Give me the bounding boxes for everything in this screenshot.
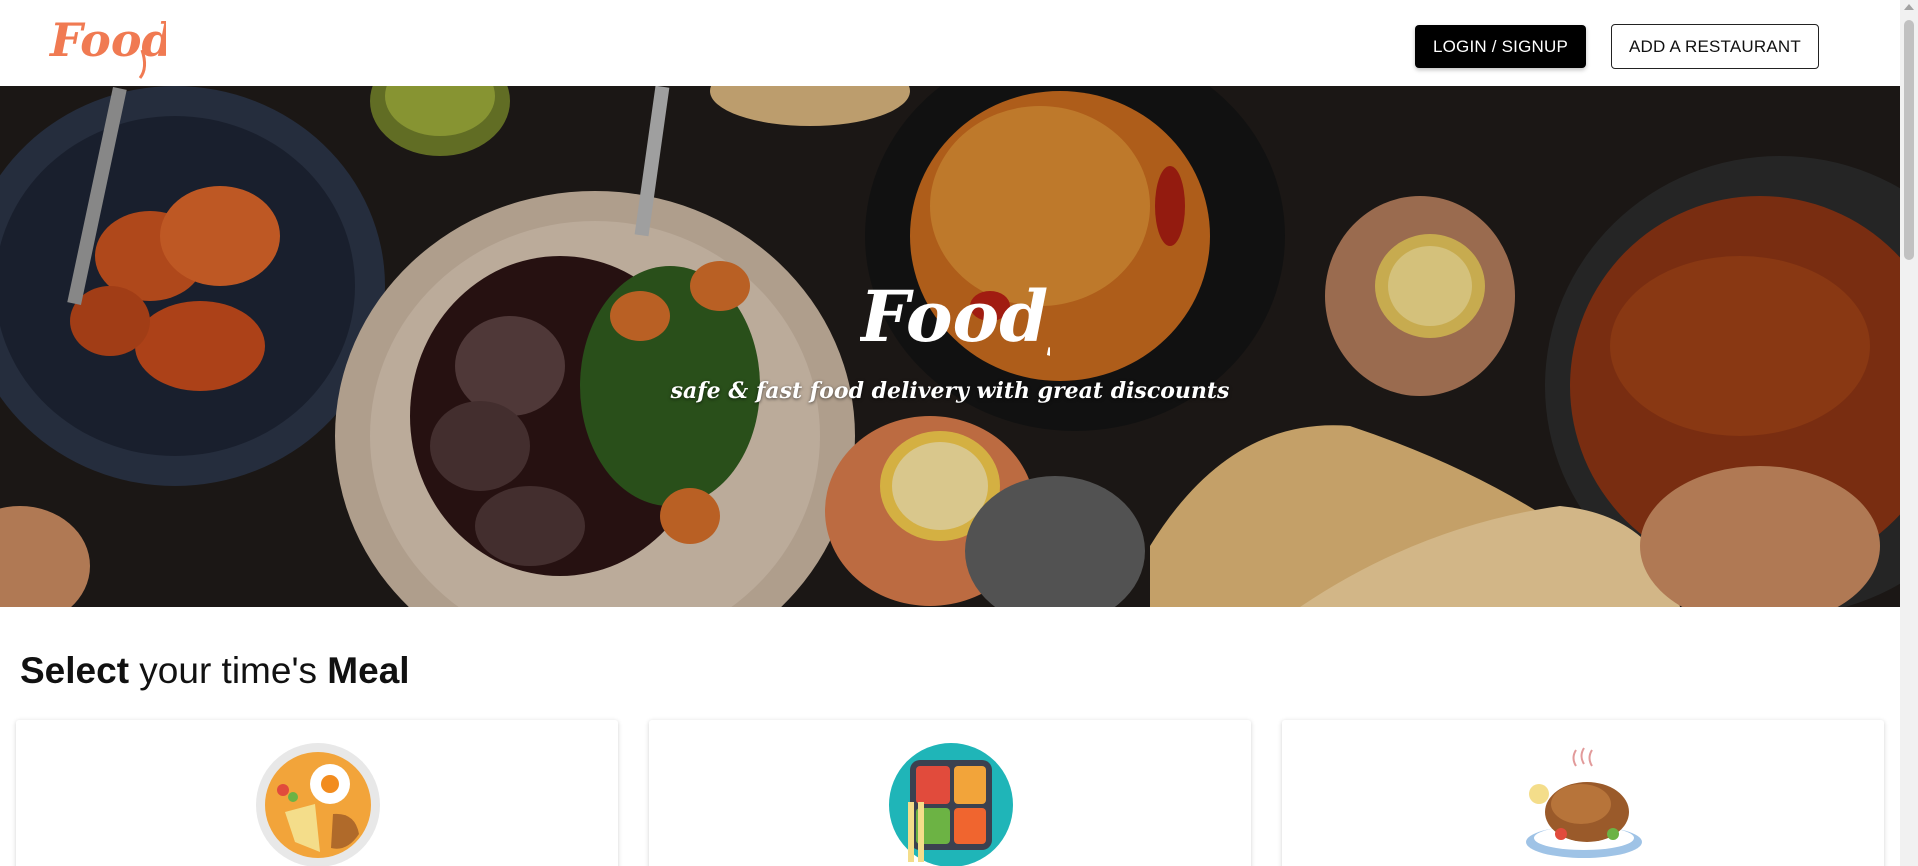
breakfast-icon — [256, 743, 380, 866]
meal-card-dinner[interactable] — [1282, 720, 1884, 866]
heading-select: Select — [20, 650, 130, 691]
hero-title: Foody — [860, 275, 1050, 358]
scrollbar-thumb[interactable] — [1904, 20, 1914, 260]
section-heading: Select your time's Meal — [20, 650, 410, 692]
login-signup-button[interactable]: LOGIN / SIGNUP — [1415, 25, 1586, 68]
dinner-icon — [1526, 747, 1642, 858]
heading-meal: Meal — [327, 650, 410, 691]
svg-text:Foody: Foody — [48, 13, 166, 67]
lunch-icon — [889, 743, 1013, 866]
page-scrollbar[interactable] — [1900, 0, 1918, 866]
svg-text:Foody: Foody — [860, 275, 1050, 358]
foody-logo[interactable]: Foody — [46, 6, 166, 82]
meal-card-lunch[interactable] — [649, 720, 1251, 866]
scroll-up-arrow-icon[interactable] — [1904, 4, 1914, 10]
heading-middle: your time's — [129, 650, 328, 691]
hero-banner: Foody safe & fast food delivery with gre… — [0, 86, 1900, 607]
add-restaurant-button[interactable]: ADD A RESTAURANT — [1611, 24, 1819, 69]
hero-tagline: safe & fast food delivery with great dis… — [670, 378, 1230, 404]
top-header: Foody LOGIN / SIGNUP ADD A RESTAURANT — [0, 0, 1900, 86]
meal-card-breakfast[interactable] — [16, 720, 618, 866]
